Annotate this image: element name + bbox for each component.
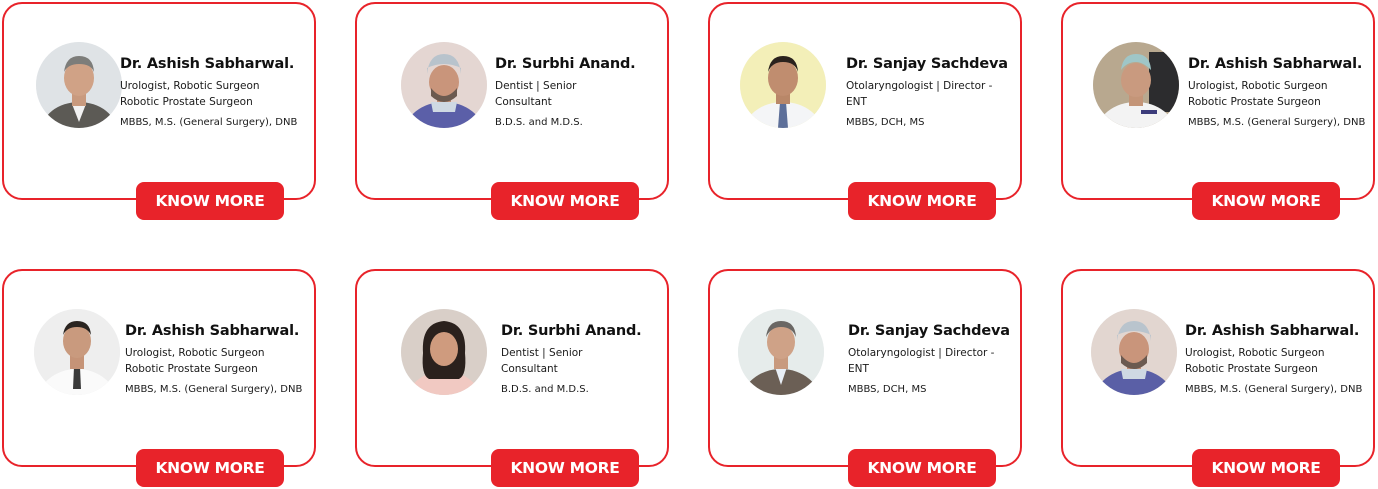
- doctor-name: Dr. Ashish Sabharwal.: [1185, 323, 1360, 339]
- doctor-specialty: Otolaryngologist | Director - ENT: [846, 78, 1036, 110]
- doctor-qualifications: MBBS, M.S. (General Surgery), DNB: [1185, 384, 1363, 395]
- doctor-qualifications: B.D.S. and M.D.S.: [495, 117, 583, 128]
- doctor-card: Dr. Sanjay Sachdeva Otolaryngologist | D…: [708, 2, 1022, 220]
- doctor-specialty: Dentist | Senior Consultant: [501, 345, 691, 377]
- doctor-name: Dr. Sanjay Sachdeva: [846, 56, 1008, 72]
- doctor-card: Dr. Ashish Sabharwal. Urologist, Robotic…: [1061, 2, 1378, 220]
- specialty-line: Dentist | Senior: [495, 80, 577, 92]
- doctor-card: Dr. Ashish Sabharwal. Urologist, Robotic…: [2, 269, 316, 487]
- know-more-button[interactable]: KNOW MORE: [136, 182, 284, 220]
- specialty-line: Urologist, Robotic Surgeon: [120, 80, 260, 92]
- doctor-qualifications: B.D.S. and M.D.S.: [501, 384, 589, 395]
- specialty-line: Urologist, Robotic Surgeon: [125, 347, 265, 359]
- doctor-photo-icon: [34, 309, 120, 395]
- specialty-line: Robotic Prostate Surgeon: [1185, 363, 1318, 375]
- doctor-card: Dr. Sanjay Sachdeva Otolaryngologist | D…: [708, 269, 1022, 487]
- doctor-qualifications: MBBS, M.S. (General Surgery), DNB: [120, 117, 298, 128]
- specialty-line: Robotic Prostate Surgeon: [125, 363, 258, 375]
- doctor-name: Dr. Sanjay Sachdeva: [848, 323, 1010, 339]
- know-more-button[interactable]: KNOW MORE: [491, 449, 639, 487]
- know-more-button[interactable]: KNOW MORE: [848, 449, 996, 487]
- doctor-qualifications: MBBS, M.S. (General Surgery), DNB: [1188, 117, 1366, 128]
- doctor-photo-icon: [738, 309, 824, 395]
- specialty-line: ENT: [848, 363, 869, 375]
- doctor-name: Dr. Surbhi Anand.: [501, 323, 642, 339]
- doctor-name: Dr. Surbhi Anand.: [495, 56, 636, 72]
- specialty-line: Robotic Prostate Surgeon: [1188, 96, 1321, 108]
- doctor-specialty: Otolaryngologist | Director - ENT: [848, 345, 1038, 377]
- doctor-photo-icon: [401, 309, 487, 395]
- doctor-specialty: Urologist, Robotic Surgeon Robotic Prost…: [120, 78, 310, 110]
- specialty-line: Otolaryngologist | Director -: [846, 80, 993, 92]
- doctor-specialty: Dentist | Senior Consultant: [495, 78, 685, 110]
- doctor-specialty: Urologist, Robotic Surgeon Robotic Prost…: [1185, 345, 1375, 377]
- doctor-qualifications: MBBS, DCH, MS: [848, 384, 927, 395]
- know-more-button[interactable]: KNOW MORE: [1192, 449, 1340, 487]
- doctor-card: Dr. Surbhi Anand. Dentist | Senior Consu…: [355, 269, 669, 487]
- specialty-line: Consultant: [501, 363, 558, 375]
- specialty-line: ENT: [846, 96, 867, 108]
- specialty-line: Urologist, Robotic Surgeon: [1188, 80, 1328, 92]
- doctor-name: Dr. Ashish Sabharwal.: [125, 323, 300, 339]
- doctor-specialty: Urologist, Robotic Surgeon Robotic Prost…: [1188, 78, 1378, 110]
- know-more-button[interactable]: KNOW MORE: [848, 182, 996, 220]
- doctor-name: Dr. Ashish Sabharwal.: [120, 56, 295, 72]
- know-more-button[interactable]: KNOW MORE: [491, 182, 639, 220]
- doctor-card-grid: Dr. Ashish Sabharwal. Urologist, Robotic…: [0, 0, 1378, 489]
- specialty-line: Consultant: [495, 96, 552, 108]
- specialty-line: Otolaryngologist | Director -: [848, 347, 995, 359]
- doctor-photo-icon: [1093, 42, 1179, 128]
- doctor-photo-icon: [36, 42, 122, 128]
- specialty-line: Robotic Prostate Surgeon: [120, 96, 253, 108]
- doctor-photo-icon: [740, 42, 826, 128]
- doctor-qualifications: MBBS, DCH, MS: [846, 117, 925, 128]
- doctor-card: Dr. Surbhi Anand. Dentist | Senior Consu…: [355, 2, 669, 220]
- doctor-photo-icon: [1091, 309, 1177, 395]
- specialty-line: Dentist | Senior: [501, 347, 583, 359]
- specialty-line: Urologist, Robotic Surgeon: [1185, 347, 1325, 359]
- doctor-card: Dr. Ashish Sabharwal. Urologist, Robotic…: [1061, 269, 1375, 487]
- doctor-photo-icon: [401, 42, 487, 128]
- doctor-qualifications: MBBS, M.S. (General Surgery), DNB: [125, 384, 303, 395]
- doctor-card: Dr. Ashish Sabharwal. Urologist, Robotic…: [2, 2, 316, 220]
- doctor-specialty: Urologist, Robotic Surgeon Robotic Prost…: [125, 345, 315, 377]
- doctor-name: Dr. Ashish Sabharwal.: [1188, 56, 1363, 72]
- know-more-button[interactable]: KNOW MORE: [136, 449, 284, 487]
- know-more-button[interactable]: KNOW MORE: [1192, 182, 1340, 220]
